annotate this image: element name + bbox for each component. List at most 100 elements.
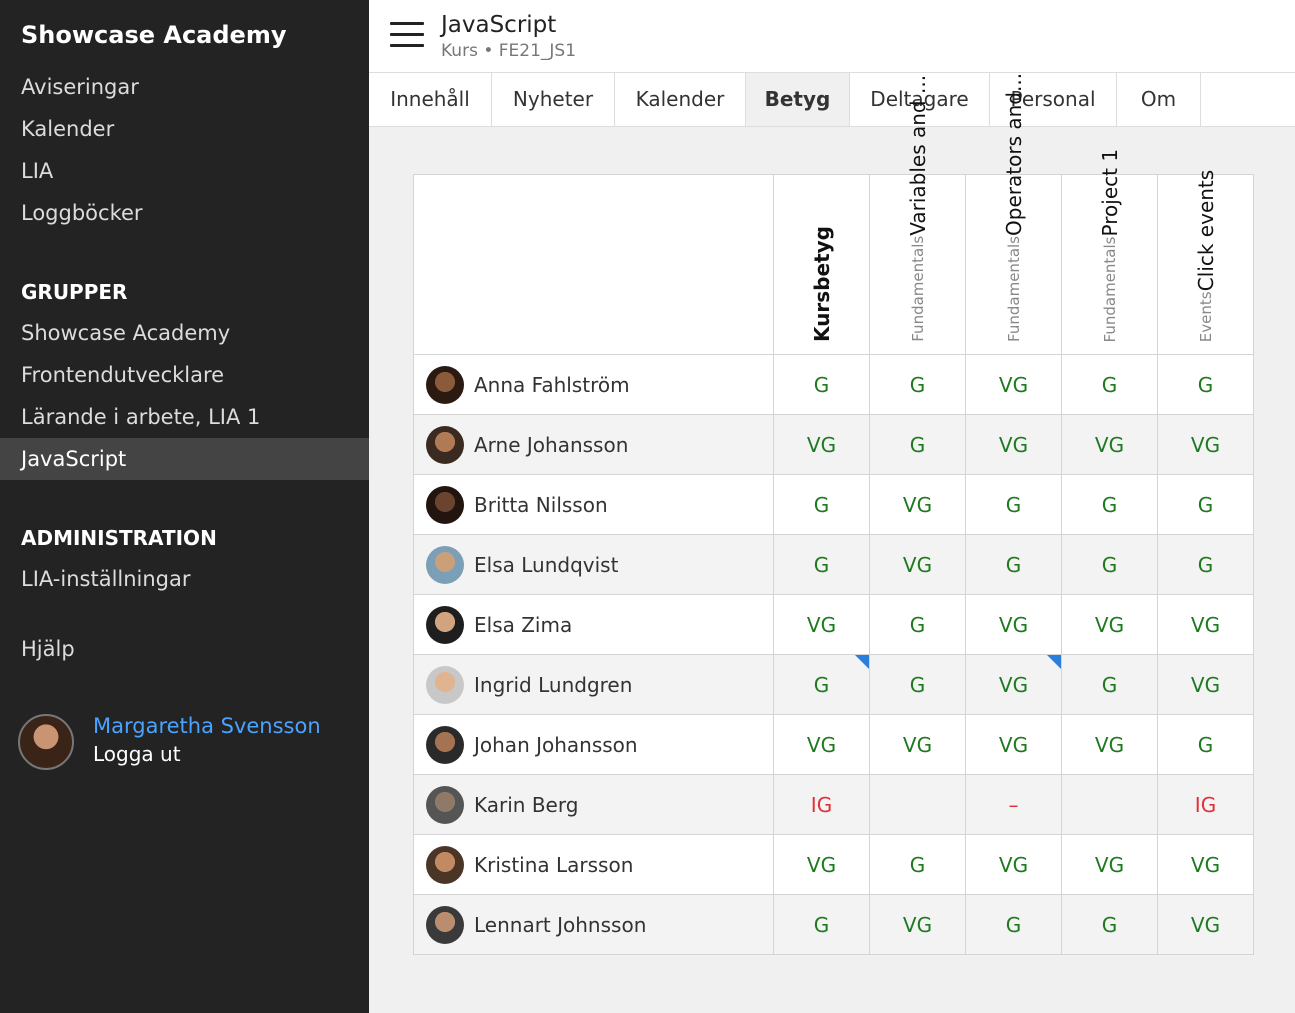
logout-link[interactable]: Logga ut — [93, 742, 181, 766]
grade-cell[interactable]: – — [965, 774, 1062, 835]
sidebar: Showcase Academy Aviseringar Kalender LI… — [0, 0, 369, 1013]
grade-cell[interactable]: G — [1157, 474, 1254, 535]
grade-cell[interactable]: VG — [1157, 414, 1254, 475]
grade-cell[interactable]: G — [773, 894, 870, 955]
grade-cell[interactable]: G — [773, 534, 870, 595]
grade-cell[interactable]: G — [869, 354, 966, 415]
avatar — [426, 485, 464, 524]
grade-cell[interactable]: VG — [965, 594, 1062, 655]
page-title: JavaScript — [441, 12, 557, 38]
nav-item-kalender[interactable]: Kalender — [0, 108, 369, 150]
grade-cell[interactable]: VG — [965, 354, 1062, 415]
student-cell[interactable]: Elsa Zima — [413, 594, 774, 655]
table-row: Anna Fahlström G G VG G G — [413, 354, 1254, 415]
table-row: Lennart Johnsson G VG G G VG — [413, 894, 1254, 955]
student-cell[interactable]: Johan Johansson — [413, 714, 774, 775]
grade-cell[interactable]: VG — [773, 594, 870, 655]
grade-cell[interactable]: G — [1061, 534, 1158, 595]
column-header[interactable]: EventsClick events — [1157, 170, 1254, 355]
grade-cell[interactable]: VG — [869, 474, 966, 535]
grade-header-row: Kursbetyg FundamentalsVariables and ... … — [413, 73, 1254, 355]
column-header[interactable]: FundamentalsOperators and... — [965, 73, 1062, 355]
grade-cell[interactable]: G — [869, 654, 966, 715]
group-item-lia-1[interactable]: Lärande i arbete, LIA 1 — [0, 396, 369, 438]
grade-cell[interactable]: VG — [1157, 834, 1254, 895]
grade-cell[interactable]: VG — [1061, 594, 1158, 655]
group-item-javascript[interactable]: JavaScript — [0, 438, 369, 480]
brand-title[interactable]: Showcase Academy — [21, 21, 286, 49]
grade-cell[interactable]: IG — [1157, 774, 1254, 835]
student-cell[interactable]: Arne Johansson — [413, 414, 774, 475]
avatar — [426, 725, 464, 764]
student-cell[interactable]: Elsa Lundqvist — [413, 534, 774, 595]
grade-cell[interactable]: G — [1157, 354, 1254, 415]
tab-kalender[interactable]: Kalender — [615, 73, 746, 126]
student-name: Elsa Zima — [474, 612, 573, 637]
student-cell[interactable]: Ingrid Lundgren — [413, 654, 774, 715]
tab-om[interactable]: Om — [1117, 73, 1201, 126]
grade-cell[interactable]: G — [1061, 474, 1158, 535]
grade-cell[interactable]: VG — [965, 714, 1062, 775]
grade-cell[interactable]: IG — [773, 774, 870, 835]
column-name: Variables and ... — [905, 75, 930, 237]
grade-cell[interactable]: G — [1157, 534, 1254, 595]
grade-cell[interactable]: VG — [773, 414, 870, 475]
grade-cell[interactable]: G — [869, 414, 966, 475]
grade-cell[interactable]: G — [773, 474, 870, 535]
admin-item-lia-settings[interactable]: LIA-inställningar — [0, 558, 369, 600]
menu-icon[interactable] — [390, 22, 424, 48]
grade-cell[interactable]: G — [1061, 894, 1158, 955]
column-name: Kursbetyg — [809, 226, 834, 342]
student-cell[interactable]: Anna Fahlström — [413, 354, 774, 415]
table-row: Elsa Zima VG G VG VG VG — [413, 594, 1254, 655]
grade-cell[interactable]: G — [869, 594, 966, 655]
help-link[interactable]: Hjälp — [0, 628, 369, 670]
grade-cell[interactable] — [1061, 774, 1158, 835]
grade-cell[interactable]: VG — [1061, 414, 1158, 475]
column-header[interactable]: Kursbetyg — [773, 174, 870, 355]
grade-cell[interactable]: VG — [869, 894, 966, 955]
tab-innehall[interactable]: Innehåll — [369, 73, 492, 126]
grade-cell[interactable]: VG — [869, 534, 966, 595]
student-name: Britta Nilsson — [474, 492, 608, 517]
grade-cell[interactable]: G — [965, 534, 1062, 595]
grade-cell[interactable]: VG — [965, 834, 1062, 895]
grade-cell[interactable]: VG — [1157, 594, 1254, 655]
tab-betyg[interactable]: Betyg — [746, 73, 850, 126]
grade-cell[interactable]: G — [1061, 354, 1158, 415]
column-header[interactable]: FundamentalsProject 1 — [1061, 149, 1158, 355]
column-header[interactable]: FundamentalsVariables and ... — [869, 75, 966, 355]
user-avatar[interactable] — [18, 714, 74, 770]
grade-cell[interactable]: VG — [1061, 714, 1158, 775]
grade-cell[interactable]: G — [869, 834, 966, 895]
student-cell[interactable]: Karin Berg — [413, 774, 774, 835]
nav-item-aviseringar[interactable]: Aviseringar — [0, 66, 369, 108]
grade-cell[interactable]: VG — [1157, 894, 1254, 955]
student-cell[interactable]: Lennart Johnsson — [413, 894, 774, 955]
grade-cell[interactable]: VG — [869, 714, 966, 775]
grade-cell[interactable]: G — [1061, 654, 1158, 715]
grade-cell[interactable]: VG — [773, 834, 870, 895]
grade-cell[interactable]: G — [773, 654, 870, 715]
grade-cell[interactable]: VG — [1061, 834, 1158, 895]
student-name: Elsa Lundqvist — [474, 552, 619, 577]
student-cell[interactable]: Britta Nilsson — [413, 474, 774, 535]
grade-cell[interactable]: G — [965, 894, 1062, 955]
avatar — [426, 845, 464, 884]
grade-cell[interactable]: VG — [965, 414, 1062, 475]
nav-item-loggbocker[interactable]: Loggböcker — [0, 192, 369, 234]
grade-cell[interactable]: VG — [1157, 654, 1254, 715]
avatar — [426, 545, 464, 584]
tab-nyheter[interactable]: Nyheter — [492, 73, 615, 126]
grade-cell[interactable]: G — [773, 354, 870, 415]
grade-cell[interactable]: VG — [965, 654, 1062, 715]
student-cell[interactable]: Kristina Larsson — [413, 834, 774, 895]
group-item-showcase-academy[interactable]: Showcase Academy — [0, 312, 369, 354]
grade-cell[interactable]: G — [1157, 714, 1254, 775]
grade-cell[interactable]: VG — [773, 714, 870, 775]
group-item-frontendutvecklare[interactable]: Frontendutvecklare — [0, 354, 369, 396]
grade-cell[interactable]: G — [965, 474, 1062, 535]
nav-item-lia[interactable]: LIA — [0, 150, 369, 192]
user-name-link[interactable]: Margaretha Svensson — [93, 714, 321, 738]
grade-cell[interactable] — [869, 774, 966, 835]
